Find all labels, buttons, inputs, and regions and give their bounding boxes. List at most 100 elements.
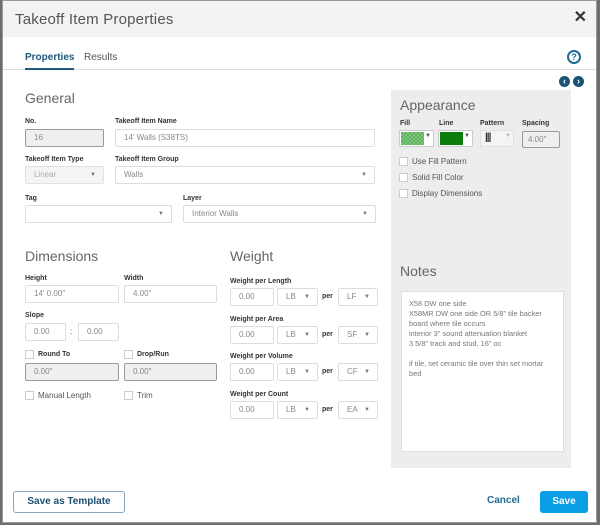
chevron-down-icon: ▼ [364, 332, 370, 338]
weight-per-area-per-unit-select[interactable]: SF ▼ [338, 326, 378, 344]
appearance-heading: Appearance [400, 97, 476, 113]
display-dimensions-label: Display Dimensions [412, 189, 483, 198]
use-fill-pattern-label: Use Fill Pattern [412, 157, 467, 166]
weight-per-volume-label: Weight per Volume [230, 353, 293, 360]
save-button[interactable]: Save [540, 491, 588, 513]
fill-label: Fill [400, 120, 411, 127]
chevron-down-icon: ▼ [464, 133, 470, 139]
item-group-label: Takeoff Item Group [115, 156, 179, 163]
layer-label: Layer [183, 195, 202, 202]
weight-per-volume-per-unit-select[interactable]: CF ▼ [338, 363, 378, 381]
chevron-down-icon: ▼ [364, 407, 370, 413]
spacing-field: 4.00" [522, 131, 560, 148]
tag-label: Tag [25, 195, 37, 202]
weight-per-count-per-unit-select[interactable]: EA ▼ [338, 401, 378, 419]
weight-per-length-field[interactable]: 0.00 [230, 288, 274, 306]
pattern-select: ||| ▼ [480, 130, 514, 147]
item-name-field[interactable]: 14' Walls (S38TS) [115, 129, 375, 147]
item-type-select: Linear ▼ [25, 166, 104, 184]
notes-heading: Notes [400, 263, 437, 279]
per-unit-value: EA [347, 405, 358, 414]
line-swatch [440, 132, 463, 145]
trim-label: Trim [137, 391, 153, 400]
dimensions-heading: Dimensions [25, 248, 99, 264]
weight-per-volume-unit-select[interactable]: LB ▼ [277, 363, 318, 381]
display-dimensions-checkbox[interactable] [399, 189, 408, 198]
weight-per-area-unit-select[interactable]: LB ▼ [277, 326, 318, 344]
no-label: No. [25, 118, 37, 125]
fill-swatch [401, 132, 424, 145]
drop-run-checkbox[interactable] [124, 350, 133, 359]
tab-bar: Properties Results ? [3, 37, 596, 70]
weight-per-count-field[interactable]: 0.00 [230, 401, 274, 419]
weight-per-length-per-unit-select[interactable]: LF ▼ [338, 288, 378, 306]
per-label: per [322, 368, 333, 375]
manual-length-checkbox[interactable] [25, 391, 34, 400]
item-type-label: Takeoff Item Type [25, 156, 84, 163]
layer-value: Interior Walls [192, 209, 239, 218]
weight-heading: Weight [230, 248, 274, 264]
dialog-header: Takeoff Item Properties ✕ [3, 1, 596, 37]
close-icon[interactable]: ✕ [574, 10, 587, 26]
unit-value: LB [286, 405, 296, 414]
weight-per-length-unit-select[interactable]: LB ▼ [277, 288, 318, 306]
general-heading: General [25, 90, 75, 106]
chevron-down-icon: ▼ [304, 332, 310, 338]
layer-select[interactable]: Interior Walls ▼ [183, 205, 376, 223]
round-to-label: Round To [38, 351, 71, 358]
per-label: per [322, 293, 333, 300]
unit-value: LB [286, 292, 296, 301]
line-color-picker[interactable]: ▼ [438, 130, 473, 147]
per-label: per [322, 406, 333, 413]
item-group-value: Walls [124, 170, 144, 179]
item-group-select[interactable]: Walls ▼ [115, 166, 375, 184]
chevron-down-icon: ▼ [304, 407, 310, 413]
chevron-down-icon: ▼ [362, 211, 368, 217]
slope-separator: : [70, 327, 73, 336]
dialog-title: Takeoff Item Properties [15, 11, 174, 28]
line-label: Line [439, 120, 454, 127]
item-number-field: 16 [25, 129, 104, 147]
appearance-notes-panel: Appearance Fill ▼ Line ▼ Pattern ||| ▼ S… [391, 90, 571, 468]
manual-length-label: Manual Length [38, 391, 91, 400]
help-icon[interactable]: ? [567, 50, 581, 64]
slope-run-field[interactable]: 0.00 [78, 323, 119, 341]
drop-run-field: 0.00" [124, 363, 217, 381]
chevron-down-icon: ▼ [90, 172, 96, 178]
next-item-icon[interactable]: › [573, 76, 584, 87]
pattern-lines-icon: ||| [485, 132, 491, 143]
use-fill-pattern-checkbox[interactable] [399, 157, 408, 166]
unit-value: LB [286, 367, 296, 376]
per-unit-value: CF [347, 367, 358, 376]
save-as-template-button[interactable]: Save as Template [13, 491, 125, 513]
fill-color-picker[interactable]: ▼ [399, 130, 434, 147]
cancel-button[interactable]: Cancel [487, 495, 520, 506]
chevron-down-icon: ▼ [158, 211, 164, 217]
unit-value: LB [286, 330, 296, 339]
previous-item-icon[interactable]: ‹ [559, 76, 570, 87]
tab-properties[interactable]: Properties [25, 52, 75, 70]
item-name-label: Takeoff Item Name [115, 118, 177, 125]
weight-per-count-label: Weight per Count [230, 391, 289, 398]
solid-fill-color-checkbox[interactable] [399, 173, 408, 182]
weight-per-area-label: Weight per Area [230, 316, 284, 323]
item-type-value: Linear [34, 170, 57, 179]
weight-per-area-field[interactable]: 0.00 [230, 326, 274, 344]
spacing-label: Spacing [522, 120, 550, 127]
chevron-down-icon: ▼ [304, 294, 310, 300]
weight-per-count-unit-select[interactable]: LB ▼ [277, 401, 318, 419]
trim-checkbox[interactable] [124, 391, 133, 400]
slope-label: Slope [25, 312, 45, 319]
height-field[interactable]: 14' 0.00" [25, 285, 119, 303]
chevron-down-icon: ▼ [425, 133, 431, 139]
round-to-field: 0.00" [25, 363, 119, 381]
width-field[interactable]: 4.00" [124, 285, 217, 303]
pattern-label: Pattern [480, 120, 505, 127]
weight-per-volume-field[interactable]: 0.00 [230, 363, 274, 381]
per-unit-value: LF [347, 292, 357, 301]
notes-textarea[interactable]: X58 DW one side X58MR DW one side OR 5/8… [401, 291, 564, 452]
tag-select[interactable]: ▼ [25, 205, 172, 223]
slope-rise-field[interactable]: 0.00 [25, 323, 66, 341]
tab-results[interactable]: Results [84, 52, 117, 63]
round-to-checkbox[interactable] [25, 350, 34, 359]
